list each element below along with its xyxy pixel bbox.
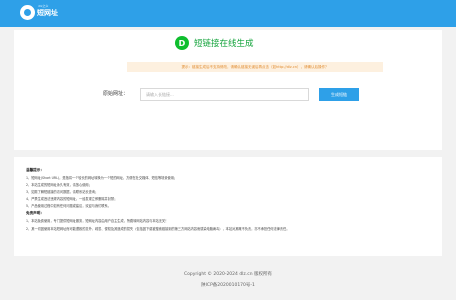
- icp-link[interactable]: 陕ICP备2020010170号-1: [0, 283, 456, 289]
- disclaimer-item: 2、其一切因使用本站短网址而可能遭致的意外、疏忽、侵权及其造成的损失（包括因下载…: [26, 227, 290, 231]
- notice-item: 1、短网址(Short URL)，是指将一个较长的网址转换为一个短的网址，方便在…: [26, 176, 178, 180]
- generate-button[interactable]: 生成短链: [319, 88, 359, 101]
- notice-item: 2、本站生成的短网址永久有效，请放心使用；: [26, 183, 92, 187]
- notice-item: 4、严禁生成违法违规内容的短网址，一经发现立即删除并封禁；: [26, 197, 118, 201]
- page-title-text: 短链接在线生成: [194, 39, 254, 49]
- url-label: 原始网址：: [103, 91, 129, 97]
- disclaimer-item: 1、本站免费使用，专门提供短网址服务，短网址内容由用户自主生成，所跳转网站内容与…: [26, 219, 169, 223]
- top-bar: dlz之众 短网址: [0, 0, 456, 27]
- notice-item: 3、如需了解短链接的访问数据，请联系站长查询；: [26, 190, 99, 194]
- page-title: D 短链接在线生成: [175, 35, 254, 51]
- disclaimer-heading: 免责声明：: [26, 211, 44, 215]
- site-logo[interactable]: dlz之众 短网址: [20, 4, 60, 23]
- brand-d-icon: D: [175, 36, 189, 50]
- logo-icon: [20, 5, 35, 20]
- tip-banner: 提示：链接生成后不支持修改，请确认链接无误后再点击（如http://dlz.cn…: [127, 62, 383, 72]
- copyright-text: Copyright © 2020-2024 dlz.cn 版权所有: [184, 272, 272, 277]
- logo-text: 短网址: [37, 9, 58, 17]
- notice-item: 5、产品使用过程中如有任何问题或建议，欢迎与我们联系。: [26, 204, 111, 208]
- notice-heading: 温馨提示：: [26, 168, 44, 172]
- url-input[interactable]: [140, 88, 309, 101]
